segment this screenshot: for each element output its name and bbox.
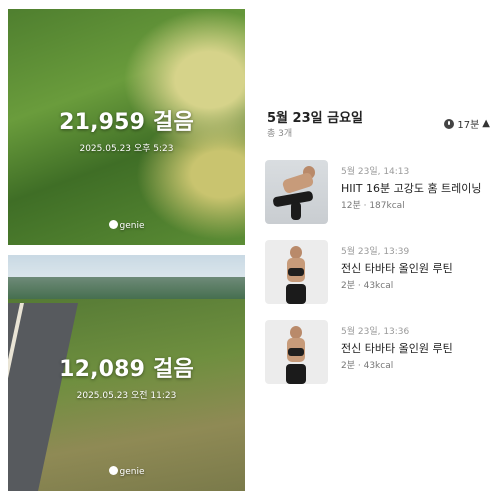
workout-item[interactable]: 5월 23일, 13:39 전신 타바타 올인원 루틴 2분 · 43kcal (265, 240, 495, 306)
figure-legs (286, 364, 306, 384)
genie-logo-icon (108, 220, 118, 229)
brand-watermark: genie (8, 220, 245, 231)
workout-time: 5월 23일, 13:36 (341, 327, 410, 337)
step-photo-card-1[interactable]: 21,959 걸음 2025.05.23 오후 5:23 genie (8, 9, 245, 245)
brand-watermark: genie (8, 466, 245, 477)
figure-top (288, 268, 304, 276)
step-count: 21,959 걸음 (59, 110, 194, 135)
figure-leg (291, 202, 301, 220)
photo-timestamp: 2025.05.23 오전 11:23 (76, 391, 177, 401)
photo-timestamp: 2025.05.23 오후 5:23 (79, 144, 174, 154)
flame-icon: ▲ (482, 118, 490, 129)
workout-item[interactable]: 5월 23일, 13:36 전신 타바타 올인원 루틴 2분 · 43kcal (265, 320, 495, 386)
genie-logo-icon (108, 466, 118, 475)
workout-name: 전신 타바타 올인원 루틴 (341, 262, 453, 275)
day-summary: 17분 ▲ (444, 116, 490, 131)
step-photo-card-2[interactable]: 12,089 걸음 2025.05.23 오전 11:23 genie (8, 255, 245, 491)
workout-thumbnail (265, 240, 328, 304)
workout-name: HIIT 16분 고강도 홈 트레이닝 (341, 182, 482, 195)
date-title: 5월 23일 금요일 (267, 111, 363, 126)
figure-top (288, 348, 304, 356)
clock-icon (444, 118, 455, 129)
workout-meta: 12분 · 187kcal (341, 201, 405, 211)
step-count: 12,089 걸음 (59, 357, 194, 382)
workout-history-panel: 5월 23일 금요일 총 3개 17분 ▲ 5월 23일, 14:13 HIIT… (257, 0, 500, 500)
workout-meta: 2분 · 43kcal (341, 361, 394, 371)
workout-time: 5월 23일, 13:39 (341, 247, 410, 257)
workout-item[interactable]: 5월 23일, 14:13 HIIT 16분 고강도 홈 트레이닝 12분 · … (265, 160, 495, 226)
figure-legs (286, 284, 306, 304)
workout-thumbnail (265, 160, 328, 224)
workout-count: 총 3개 (267, 129, 293, 139)
workout-time: 5월 23일, 14:13 (341, 167, 410, 177)
workout-thumbnail (265, 320, 328, 384)
workout-name: 전신 타바타 올인원 루틴 (341, 342, 453, 355)
workout-meta: 2분 · 43kcal (341, 281, 394, 291)
summary-time: 17분 (457, 120, 480, 131)
